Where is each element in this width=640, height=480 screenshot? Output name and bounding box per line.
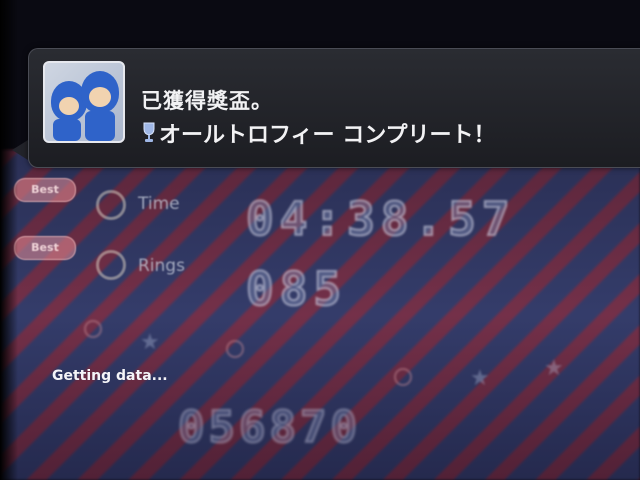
trophy-name-line: オールトロフィー コンプリート！ (141, 117, 496, 149)
star-icon: ★ (470, 366, 490, 391)
clock-icon (96, 190, 126, 220)
notification-pointer (12, 140, 28, 160)
best-badge-rings: Best (14, 236, 76, 260)
ring-icon (96, 250, 126, 280)
time-label: Time (138, 194, 180, 214)
notification-title: 已獲得獎盃。 (141, 89, 273, 113)
score-value: 056870 (177, 401, 361, 454)
star-icon: ★ (140, 330, 160, 355)
rank-circle-icon (84, 320, 102, 338)
trophy-icon (143, 122, 155, 142)
sonic-game-icon (43, 61, 125, 143)
tv-bezel-shadow (0, 0, 18, 480)
time-value: 04:38.57 (245, 191, 516, 247)
best-badge-time: Best (14, 178, 76, 202)
trophy-notification: 已獲得獎盃。 オールトロフィー コンプリート！ (28, 48, 640, 168)
star-icon: ★ (544, 356, 564, 381)
trophy-name: オールトロフィー コンプリート！ (159, 123, 496, 148)
rank-circle-icon (226, 340, 244, 358)
rank-circle-icon (394, 368, 412, 386)
rings-value: 085 (245, 261, 348, 317)
rings-label: Rings (138, 256, 185, 276)
loading-status-text: Getting data... (52, 368, 168, 384)
tv-screen: Best Best Time 04:38.57 Rings 085 ★ ★ ★ … (0, 0, 640, 480)
